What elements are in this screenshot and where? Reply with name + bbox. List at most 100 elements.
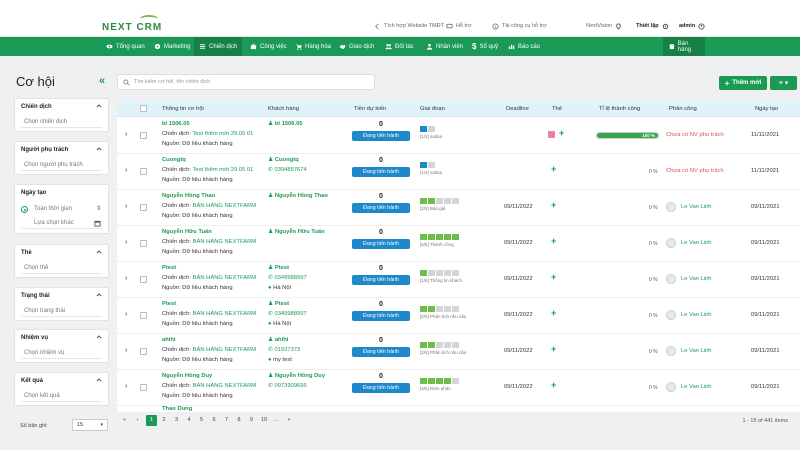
table-row[interactable]: › Nguyễn Hồng Duy Chiến dịch: BÁN HÀNG NEX… bbox=[117, 370, 800, 406]
row-checkbox[interactable] bbox=[140, 384, 147, 391]
org-location[interactable]: NextVision bbox=[586, 20, 622, 32]
prev-page-button[interactable]: ‹ bbox=[132, 415, 143, 426]
nav-partners[interactable]: Đối tác bbox=[385, 37, 414, 56]
customer-name[interactable]: Nguyễn Hữu Tuấn bbox=[275, 229, 325, 235]
status-button[interactable]: Đang tiến hành bbox=[352, 275, 410, 285]
customer-name[interactable]: ahihi bbox=[275, 337, 289, 343]
select-all-checkbox[interactable] bbox=[140, 105, 147, 112]
opportunity-name[interactable]: ahihi bbox=[162, 337, 176, 343]
spin-arrows-icon[interactable]: ⇕ bbox=[96, 205, 101, 212]
customer-phone[interactable]: 0349988997 bbox=[274, 311, 306, 317]
status-select[interactable]: Chọn trạng thái bbox=[21, 306, 102, 317]
status-button[interactable]: Đang tiến hành bbox=[352, 311, 410, 321]
add-tag-icon[interactable]: + bbox=[551, 380, 556, 390]
row-checkbox[interactable] bbox=[140, 276, 147, 283]
row-checkbox[interactable] bbox=[140, 240, 147, 247]
status-button[interactable]: Đang tiến hành bbox=[352, 167, 410, 177]
page-button[interactable]: » bbox=[284, 415, 295, 426]
stage-bar[interactable] bbox=[420, 126, 435, 132]
campaign-select[interactable]: Chọn chiến dịch bbox=[21, 117, 102, 128]
stage-bar[interactable] bbox=[420, 342, 459, 348]
radio-checked-icon[interactable] bbox=[21, 206, 28, 213]
table-row[interactable]: › Cuongtq Chiến dịch: Test thêm mới 29.05 … bbox=[117, 154, 800, 190]
col-deadline[interactable]: Deadline bbox=[506, 101, 529, 117]
col-stage[interactable]: Giai đoạn bbox=[420, 101, 445, 117]
page-button[interactable]: 4 bbox=[184, 415, 195, 426]
page-size-select[interactable]: 15 ▾ bbox=[72, 419, 108, 431]
row-checkbox[interactable] bbox=[140, 204, 147, 211]
campaign-link[interactable]: BÁN HÀNG NEXTFARM bbox=[193, 383, 256, 389]
add-new-button[interactable]: + Thêm mới bbox=[719, 76, 767, 90]
page-button[interactable]: 5 bbox=[196, 415, 207, 426]
collapse-sidebar-icon[interactable]: « bbox=[99, 75, 105, 87]
expand-row-icon[interactable]: › bbox=[125, 311, 127, 318]
row-checkbox[interactable] bbox=[140, 168, 147, 175]
expand-row-icon[interactable]: › bbox=[125, 131, 127, 138]
col-opportunity[interactable]: Thông tin cơ hội bbox=[162, 101, 204, 117]
col-customer[interactable]: Khách hàng bbox=[268, 101, 299, 117]
status-button[interactable]: Đang tiến hành bbox=[352, 239, 410, 249]
assignee-name[interactable]: Le Van Linh bbox=[681, 384, 712, 390]
expand-row-icon[interactable]: › bbox=[125, 383, 127, 390]
nav-overview[interactable]: Tổng quan bbox=[106, 37, 145, 56]
col-created[interactable]: Ngày tạo bbox=[755, 101, 778, 117]
result-select[interactable]: Chọn kết quả bbox=[21, 391, 102, 402]
table-row[interactable]: › Ptest Chiến dịch: BÁN HÀNG NEXTFARM Nguồn… bbox=[117, 262, 800, 298]
expand-row-icon[interactable]: › bbox=[125, 239, 127, 246]
campaign-link[interactable]: BÁN HÀNG NEXTFARM bbox=[193, 347, 256, 353]
nav-campaign[interactable]: Chiến dịch bbox=[194, 37, 243, 56]
expand-row-icon[interactable]: › bbox=[125, 275, 127, 282]
col-success-rate[interactable]: Tỉ lệ thành công bbox=[599, 101, 640, 117]
nav-reports[interactable]: Báo cáo bbox=[508, 37, 540, 56]
opportunity-name[interactable]: Ptest bbox=[162, 301, 176, 307]
nav-cashbook[interactable]: $ Sổ quỹ bbox=[472, 37, 498, 56]
stage-bar[interactable] bbox=[420, 162, 435, 168]
assignee-name[interactable]: Le Van Linh bbox=[681, 276, 712, 282]
opportunity-name[interactable]: Cuongtq bbox=[162, 157, 186, 163]
date-range-select[interactable]: Toàn thời gian bbox=[21, 204, 102, 215]
row-checkbox[interactable] bbox=[140, 348, 147, 355]
customer-name[interactable]: bl 1506.05 bbox=[275, 121, 303, 127]
page-button[interactable]: ... bbox=[271, 415, 282, 426]
page-button[interactable]: 2 bbox=[159, 415, 170, 426]
opportunity-name[interactable]: Ptest bbox=[162, 265, 176, 271]
customer-name[interactable]: Nguyễn Hồng Thao bbox=[275, 193, 328, 199]
assignee-name[interactable]: Le Van Linh bbox=[681, 348, 712, 354]
row-checkbox[interactable] bbox=[140, 132, 147, 139]
stage-bar[interactable] bbox=[420, 270, 459, 276]
table-row[interactable]: › ahihi Chiến dịch: BÁN HÀNG NEXTFARM Nguồn… bbox=[117, 334, 800, 370]
status-button[interactable]: Đang tiến hành bbox=[352, 203, 410, 213]
column-menu-button[interactable]: ≡ ▾ bbox=[770, 76, 797, 90]
expand-row-icon[interactable]: › bbox=[125, 203, 127, 210]
customer-name[interactable]: Nguyễn Hồng Duy bbox=[275, 373, 325, 379]
add-tag-icon[interactable]: + bbox=[559, 128, 564, 138]
page-button[interactable]: 6 bbox=[209, 415, 220, 426]
status-button[interactable]: Đang tiến hành bbox=[352, 383, 410, 393]
website-integration-link[interactable]: Tích hợp Website TMĐT bbox=[374, 20, 444, 32]
calendar-icon[interactable] bbox=[94, 220, 101, 227]
user-menu[interactable]: admin bbox=[679, 20, 705, 32]
page-button[interactable]: 3 bbox=[171, 415, 182, 426]
campaign-link[interactable]: BÁN HÀNG NEXTFARM bbox=[193, 203, 256, 209]
opportunity-name[interactable]: Nguyễn Hồng Thao bbox=[162, 193, 215, 199]
opportunity-name[interactable]: bl 1506.05 bbox=[162, 121, 190, 127]
add-tag-icon[interactable]: + bbox=[551, 308, 556, 318]
chevron-up-icon[interactable] bbox=[96, 103, 102, 109]
add-tag-icon[interactable]: + bbox=[551, 272, 556, 282]
tags-select[interactable]: Chọn thẻ bbox=[21, 263, 102, 274]
nav-employees[interactable]: Nhân viên bbox=[426, 37, 463, 56]
customer-name[interactable]: Ptest bbox=[275, 265, 289, 271]
assignee-name[interactable]: Chưa có NV phụ trách bbox=[666, 168, 724, 174]
tools-download-link[interactable]: Tải công cụ hỗ trợ bbox=[492, 20, 547, 32]
add-tag-icon[interactable]: + bbox=[551, 344, 556, 354]
customer-phone[interactable]: 0394857674 bbox=[274, 167, 306, 173]
campaign-link[interactable]: Test thêm mới 29.05 01 bbox=[193, 167, 254, 173]
status-button[interactable]: Đang tiến hành bbox=[352, 347, 410, 357]
campaign-link[interactable]: Test thêm mới 29.05 01 bbox=[193, 131, 254, 137]
table-row[interactable]: › bl 1506.05 Chiến dịch: Test thêm mới 29.… bbox=[117, 118, 800, 154]
nav-tasks[interactable]: Công việc bbox=[250, 37, 287, 56]
stage-bar[interactable] bbox=[420, 378, 459, 384]
add-tag-icon[interactable]: + bbox=[551, 200, 556, 210]
page-button[interactable]: 1 bbox=[146, 415, 157, 426]
stage-bar[interactable] bbox=[420, 306, 459, 312]
